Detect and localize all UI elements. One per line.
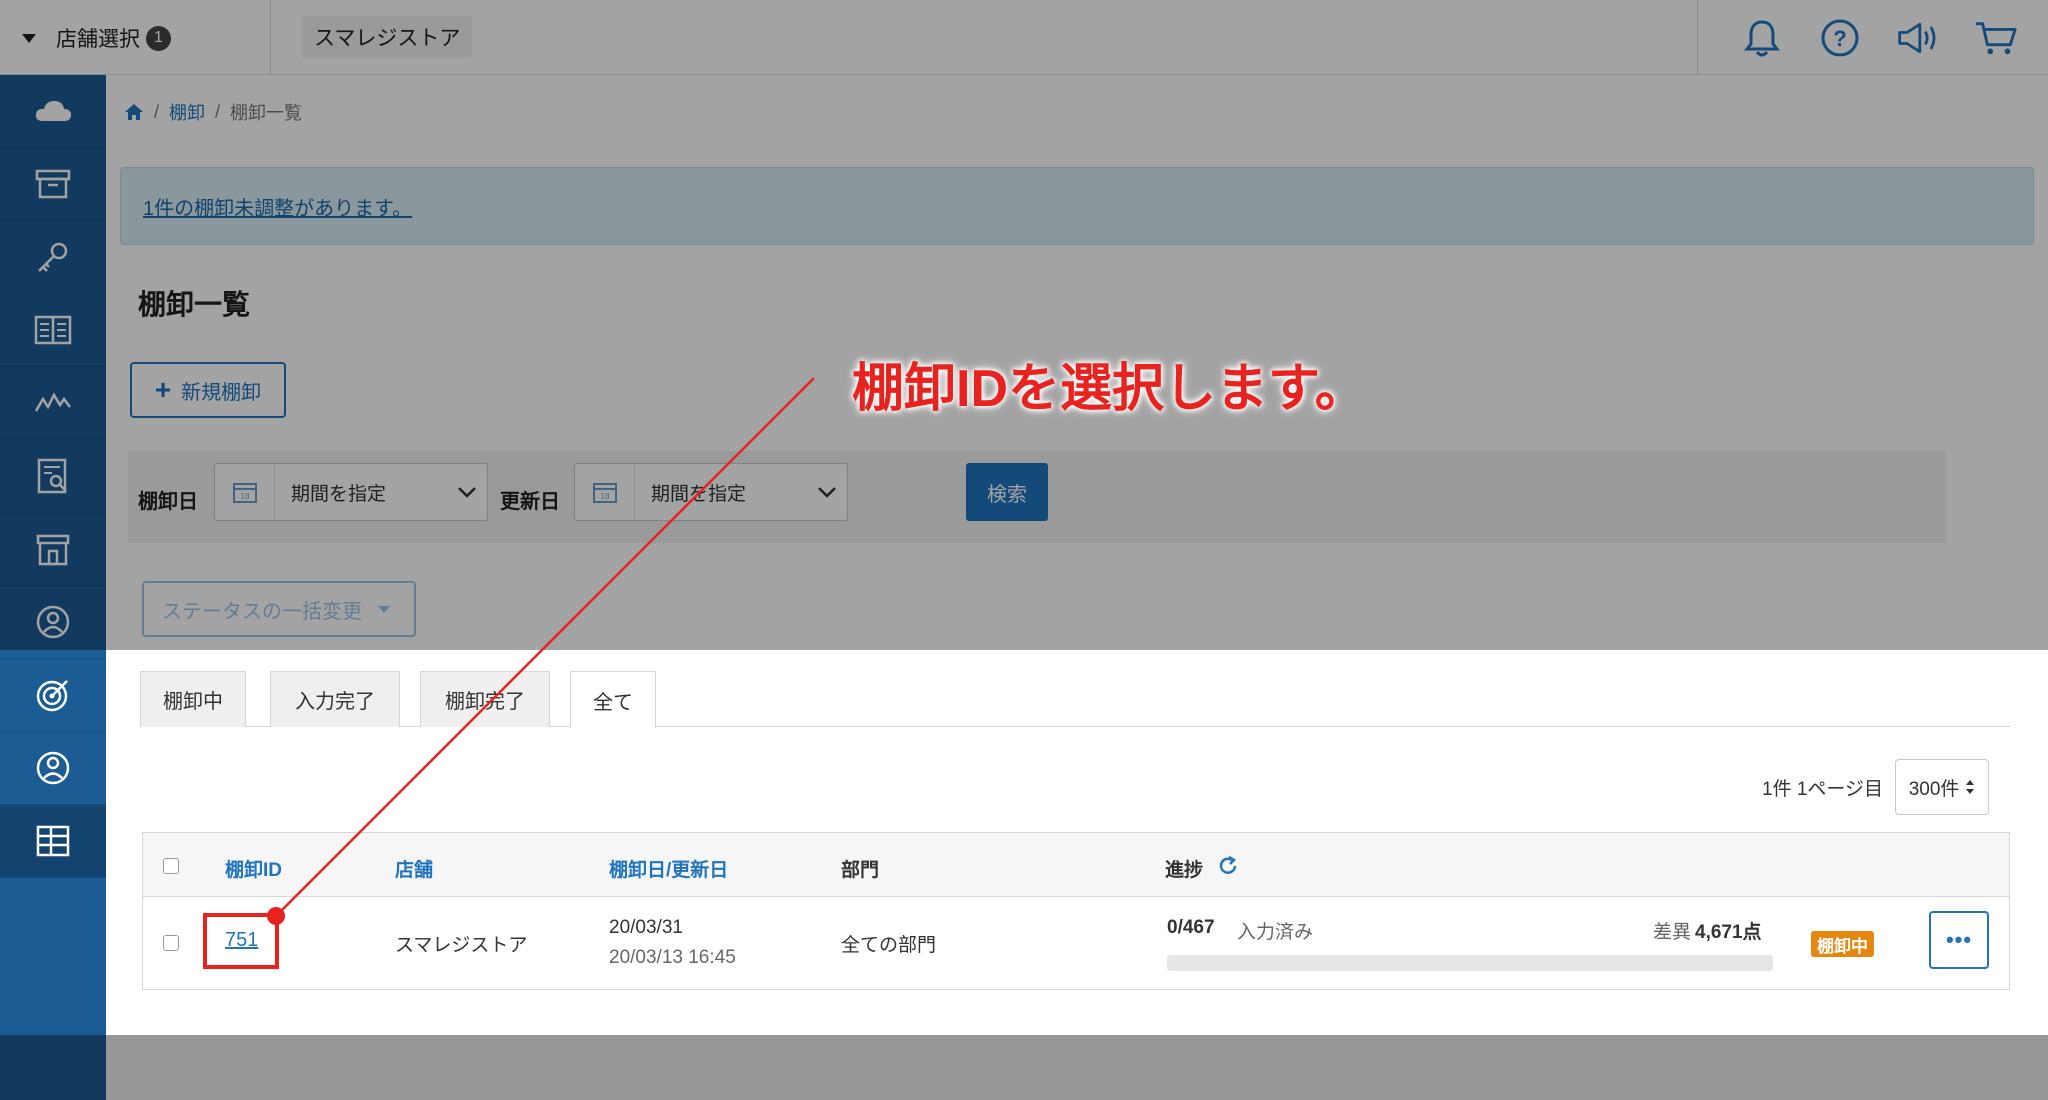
- diff-label: 差異: [1653, 922, 1692, 943]
- header-progress: 進捗: [1165, 860, 1204, 881]
- header-dates[interactable]: 棚卸日/更新日: [609, 855, 728, 882]
- callout-text: 棚卸IDを選択します。: [852, 360, 1367, 418]
- sidebar-item-account[interactable]: [0, 732, 106, 805]
- status-tabs: 棚卸中 入力完了 棚卸完了 全て: [140, 671, 2010, 728]
- updated-date-cell: 20/03/13 16:45: [609, 947, 736, 968]
- header-stocktake-id[interactable]: 棚卸ID: [225, 855, 282, 882]
- tab-stocktake-complete[interactable]: 棚卸完了: [420, 671, 550, 727]
- pager: 1件 1ページ目 300件: [1762, 759, 1990, 815]
- tutorial-overlay: [0, 0, 2048, 650]
- tab-input-complete[interactable]: 入力完了: [270, 671, 400, 727]
- progress-label: 入力済み: [1237, 922, 1314, 943]
- pager-summary: 1件 1ページ目: [1762, 778, 1884, 800]
- stocktake-table: 棚卸ID 店舗 棚卸日/更新日 部門 進捗 751 スマレジストア 20/03/…: [142, 832, 2010, 990]
- table-header: 棚卸ID 店舗 棚卸日/更新日 部門 進捗: [143, 833, 2009, 897]
- stocktake-id-link[interactable]: 751: [225, 929, 258, 952]
- store-cell: スマレジストア: [395, 935, 528, 956]
- stocktake-date-cell: 20/03/31: [609, 917, 683, 938]
- progress-count: 0/467: [1167, 917, 1215, 938]
- sort-arrows-icon: [1966, 780, 1975, 794]
- per-page-value: 300件: [1908, 778, 1960, 800]
- sidebar-item-target[interactable]: [0, 659, 106, 732]
- refresh-icon[interactable]: [1217, 855, 1239, 877]
- tab-all[interactable]: 全て: [570, 671, 656, 728]
- select-all-checkbox[interactable]: [163, 858, 179, 874]
- grid-icon: [36, 825, 70, 857]
- more-actions-button[interactable]: •••: [1929, 911, 1989, 969]
- department-cell: 全ての部門: [841, 935, 937, 956]
- table-row: 751 スマレジストア 20/03/31 20/03/13 16:45 全ての部…: [143, 897, 2009, 989]
- progress-bar: [1167, 955, 1773, 971]
- header-store[interactable]: 店舗: [395, 855, 433, 882]
- per-page-select[interactable]: 300件: [1895, 759, 1990, 815]
- sidebar-item-stocktake[interactable]: [0, 805, 106, 878]
- tutorial-overlay-bottom: [0, 1035, 2048, 1100]
- diff-value: 4,671点: [1695, 922, 1762, 943]
- tab-in-progress[interactable]: 棚卸中: [140, 671, 246, 727]
- target-icon: [36, 680, 68, 712]
- account-icon: [36, 751, 70, 785]
- header-department: 部門: [841, 860, 880, 881]
- status-badge: 棚卸中: [1811, 931, 1874, 957]
- row-checkbox[interactable]: [163, 935, 179, 951]
